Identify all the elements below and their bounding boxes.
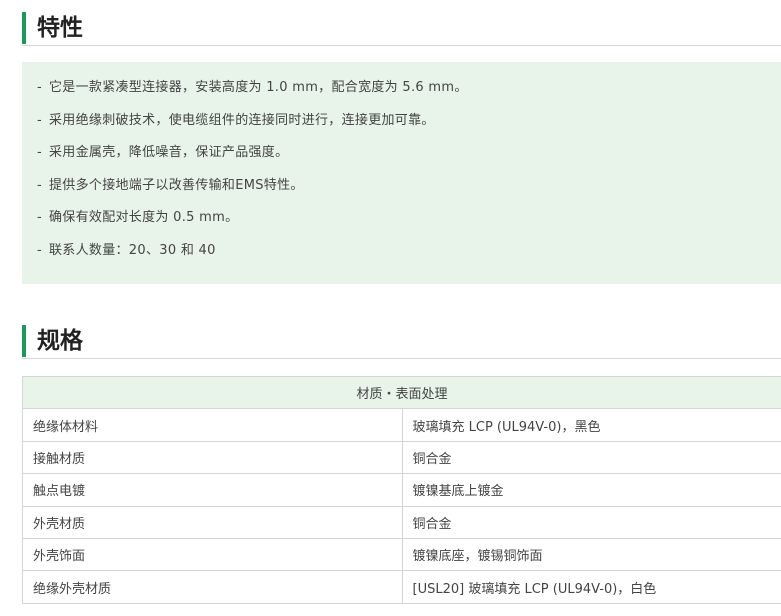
bullet-dash: -	[37, 177, 42, 193]
features-list: - 它是一款紧凑型连接器，安装高度为 1.0 mm，配合宽度为 5.6 mm。 -…	[37, 72, 781, 267]
table-row: 外壳材质 铜合金	[22, 505, 781, 539]
feature-text: 采用绝缘刺破技术，使电缆组件的连接同时进行，连接更加可靠。	[49, 112, 435, 128]
spec-heading: 规格	[22, 325, 781, 359]
row-label: 绝缘外壳材质	[22, 570, 403, 604]
row-label: 触点电镀	[22, 473, 403, 507]
bullet-dash: -	[37, 112, 42, 128]
row-value: 玻璃填充 LCP (UL94V-0)，黑色	[401, 408, 781, 442]
features-title: 特性	[37, 15, 83, 41]
table-row: 绝缘体材料 玻璃填充 LCP (UL94V-0)，黑色	[22, 408, 781, 442]
spec-title: 规格	[37, 328, 83, 354]
feature-text: 它是一款紧凑型连接器，安装高度为 1.0 mm，配合宽度为 5.6 mm。	[49, 80, 468, 95]
list-item: - 它是一款紧凑型连接器，安装高度为 1.0 mm，配合宽度为 5.6 mm。	[37, 72, 781, 105]
row-value: 镀镍基底上镀金	[401, 473, 781, 507]
bullet-dash: -	[37, 242, 42, 258]
list-item: - 采用绝缘刺破技术，使电缆组件的连接同时进行，连接更加可靠。	[37, 105, 781, 138]
bullet-dash: -	[37, 80, 42, 95]
list-item: - 联系人数量：20、30 和 40	[37, 235, 781, 268]
feature-text: 联系人数量：20、30 和 40	[49, 242, 216, 258]
feature-text: 采用金属壳，降低噪音，保证产品强度。	[49, 145, 289, 160]
row-label: 接触材质	[22, 440, 403, 475]
heading-accent-bar	[22, 12, 26, 44]
features-heading: 特性	[22, 12, 781, 46]
table-row: 触点电镀 镀镍基底上镀金	[22, 473, 781, 507]
row-value: [USL20] 玻璃填充 LCP (UL94V-0)，白色	[401, 570, 781, 604]
bullet-dash: -	[37, 145, 42, 160]
table-header: 材质・表面处理	[22, 375, 781, 410]
row-label: 绝缘体材料	[22, 408, 403, 442]
list-item: - 确保有效配对长度为 0.5 mm。	[37, 202, 781, 235]
row-label: 外壳材质	[22, 505, 403, 539]
table-row: 外壳饰面 镀镍底座，镀锡铜饰面	[22, 537, 781, 572]
row-value: 铜合金	[401, 505, 781, 539]
bullet-dash: -	[37, 210, 42, 225]
table-row: 绝缘外壳材质 [USL20] 玻璃填充 LCP (UL94V-0)，白色	[22, 570, 781, 604]
row-value: 铜合金	[401, 440, 781, 475]
feature-text: 确保有效配对长度为 0.5 mm。	[49, 210, 239, 225]
row-value: 镀镍底座，镀锡铜饰面	[401, 537, 781, 572]
table-header-row: 材质・表面处理	[22, 375, 781, 410]
spec-table: 材质・表面处理 绝缘体材料 玻璃填充 LCP (UL94V-0)，黑色 接触材质…	[22, 375, 781, 604]
heading-accent-bar	[22, 325, 26, 357]
list-item: - 采用金属壳，降低噪音，保证产品强度。	[37, 137, 781, 170]
list-item: - 提供多个接地端子以改善传输和EMS特性。	[37, 170, 781, 203]
row-label: 外壳饰面	[22, 537, 403, 572]
features-panel: - 它是一款紧凑型连接器，安装高度为 1.0 mm，配合宽度为 5.6 mm。 -…	[22, 62, 781, 284]
feature-text: 提供多个接地端子以改善传输和EMS特性。	[49, 177, 304, 193]
table-row: 接触材质 铜合金	[22, 440, 781, 475]
